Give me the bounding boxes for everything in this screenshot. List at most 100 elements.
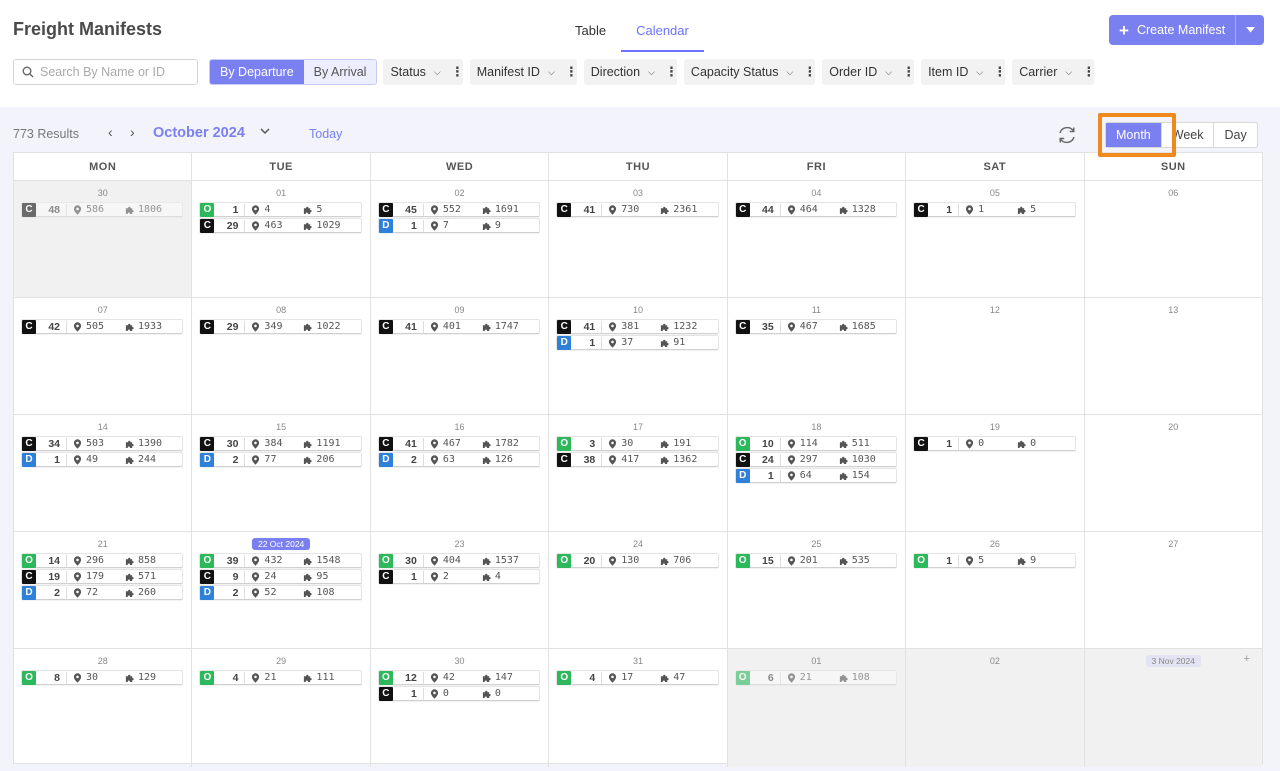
- day-cell[interactable]: 30 C 48 586 1806: [14, 181, 192, 297]
- manifest-entry[interactable]: D 2 72 260: [21, 585, 184, 600]
- day-cell[interactable]: 08 C 29 349 1022: [191, 298, 369, 414]
- day-cell[interactable]: 21 O 14 296 858 C 19 179 571 D 2 72 260: [14, 532, 191, 648]
- day-cell[interactable]: 29 O 4 21 111: [191, 649, 369, 767]
- day-cell[interactable]: 22 Oct 2024 O 39 432 1548 C 9 24 95 D 2 52 108: [191, 532, 369, 648]
- manifest-entry[interactable]: O 10 114 511: [734, 436, 898, 451]
- day-cell[interactable]: 19 C 1 0 0: [905, 415, 1083, 531]
- manifest-entry[interactable]: O 30 404 1537: [377, 553, 541, 568]
- day-cell[interactable]: 26 O 1 5 9: [905, 532, 1083, 648]
- day-cell[interactable]: 02 C 45 552 1691 D 1 7 9: [369, 181, 548, 297]
- day-cell[interactable]: 18 O 10 114 511 C 24 297 1030 D 1 64 154: [726, 415, 905, 531]
- manifest-entry[interactable]: O 4 17 47: [556, 670, 719, 685]
- manifest-entry[interactable]: C 41 730 2361: [556, 202, 719, 217]
- month-picker-toggle[interactable]: [260, 127, 270, 138]
- range-month-button[interactable]: Month: [1106, 123, 1161, 147]
- more-vertical-icon[interactable]: ⋮: [565, 64, 578, 80]
- manifest-entry[interactable]: C115: [913, 202, 1076, 217]
- day-cell[interactable]: 27: [1083, 532, 1262, 648]
- manifest-entry[interactable]: O 15 201 535: [734, 553, 898, 568]
- filter-manifest-id[interactable]: Manifest ID ⌵ ⋮: [469, 59, 578, 85]
- more-vertical-icon[interactable]: ⋮: [993, 64, 1006, 80]
- create-manifest-button[interactable]: + Create Manifest: [1109, 15, 1236, 45]
- manifest-entry[interactable]: D 1 49 244: [21, 452, 184, 467]
- manifest-entry[interactable]: C 9 24 95: [199, 569, 362, 584]
- day-cell[interactable]: 05 C 1 1 5: [905, 181, 1083, 297]
- manifest-entry[interactable]: O 20 130 706: [556, 553, 719, 568]
- today-button[interactable]: Today: [309, 127, 342, 141]
- more-vertical-icon[interactable]: ⋮: [1082, 64, 1095, 80]
- day-cell[interactable]: 01 O 1 4 5 C 29 463 1029: [191, 181, 369, 297]
- manifest-entry[interactable]: O 3 30 191: [556, 436, 719, 451]
- day-cell[interactable]: 24 O 20 130 706: [548, 532, 726, 648]
- filter-item-id[interactable]: Item ID ⌵ ⋮: [921, 59, 1006, 85]
- range-day-button[interactable]: Day: [1213, 123, 1256, 147]
- day-cell[interactable]: 23 O 30 404 1537 C 1 2 4: [369, 532, 548, 648]
- day-cell[interactable]: 06: [1083, 181, 1262, 297]
- manifest-entry[interactable]: O 8 30 129: [21, 670, 184, 685]
- manifest-entry[interactable]: C 35 467 1685: [734, 319, 898, 334]
- range-week-button[interactable]: Week: [1160, 123, 1214, 147]
- manifest-entry[interactable]: O 4 21 111: [199, 670, 362, 685]
- manifest-entry[interactable]: D 2 77 206: [199, 452, 362, 467]
- day-cell[interactable]: 17 O 3 30 191 C 38 417 1362: [548, 415, 726, 531]
- more-vertical-icon[interactable]: ⋮: [902, 64, 915, 80]
- manifest-entry[interactable]: D 2 52 108: [199, 585, 362, 600]
- day-cell[interactable]: 10 C 41 381 1232 D 1 37 91: [548, 298, 726, 414]
- search-input[interactable]: [40, 65, 190, 79]
- refresh-button[interactable]: [1056, 124, 1078, 146]
- day-cell[interactable]: 28 O 8 30 129: [14, 649, 191, 767]
- day-cell[interactable]: 02: [905, 649, 1084, 767]
- day-cell[interactable]: 15 C 30 384 1191 D 2 77 206: [191, 415, 369, 531]
- manifest-entry[interactable]: C1 2 4: [377, 569, 541, 584]
- manifest-entry[interactable]: D 2 63 126: [377, 452, 541, 467]
- manifest-entry[interactable]: C 30 384 1191: [199, 436, 362, 451]
- more-vertical-icon[interactable]: ⋮: [665, 64, 678, 80]
- manifest-entry[interactable]: O 14 296 858: [21, 553, 184, 568]
- day-cell[interactable]: 11 C 35 467 1685: [726, 298, 905, 414]
- prev-month-button[interactable]: ‹: [108, 124, 113, 140]
- manifest-entry[interactable]: C1 0 0: [377, 686, 541, 701]
- manifest-entry[interactable]: C 34 503 1390: [21, 436, 184, 451]
- filter-status[interactable]: Status ⌵ ⋮: [383, 59, 464, 85]
- day-cell[interactable]: 16 C 41 467 1782 D 2 63 126: [369, 415, 548, 531]
- day-cell[interactable]: 01 O 6 21 108: [726, 649, 906, 767]
- tab-calendar[interactable]: Calendar: [621, 14, 704, 52]
- more-vertical-icon[interactable]: ⋮: [803, 64, 816, 80]
- manifest-entry[interactable]: C 29 463 1029: [199, 218, 362, 233]
- next-month-button[interactable]: ›: [130, 124, 135, 140]
- manifest-entry[interactable]: C 38 417 1362: [556, 452, 719, 467]
- day-cell[interactable]: 03 C 41 730 2361: [548, 181, 726, 297]
- day-cell[interactable]: 31 O 4 17 47: [548, 649, 726, 767]
- tab-table[interactable]: Table: [560, 14, 621, 52]
- manifest-entry[interactable]: D 1 37 91: [556, 335, 719, 350]
- day-cell[interactable]: 14 C 34 503 1390 D 1 49 244: [14, 415, 191, 531]
- manifest-entry[interactable]: C 41 381 1232: [556, 319, 719, 334]
- by-departure-button[interactable]: By Departure: [210, 60, 304, 84]
- day-cell[interactable]: 07 C 42 505 1933: [14, 298, 191, 414]
- filter-carrier[interactable]: Carrier ⌵ ⋮: [1012, 59, 1095, 85]
- filter-order-id[interactable]: Order ID ⌵ ⋮: [822, 59, 915, 85]
- manifest-entry[interactable]: C 41 401 1747: [377, 319, 541, 334]
- manifest-entry[interactable]: C 45 552 1691: [377, 202, 541, 217]
- day-cell[interactable]: 09 C 41 401 1747: [369, 298, 548, 414]
- manifest-entry[interactable]: D 1 64 154: [734, 468, 898, 483]
- filter-direction[interactable]: Direction ⌵ ⋮: [583, 59, 678, 85]
- day-cell[interactable]: 30 O 12 42 147 C 1 0 0: [369, 649, 548, 767]
- add-entry-button[interactable]: +: [1244, 653, 1250, 665]
- by-arrival-button[interactable]: By Arrival: [303, 60, 377, 84]
- filter-capacity-status[interactable]: Capacity Status ⌵ ⋮: [683, 59, 816, 85]
- create-manifest-dropdown[interactable]: [1235, 15, 1265, 45]
- day-cell[interactable]: 04 C 44 464 1328: [726, 181, 905, 297]
- manifest-entry[interactable]: C 24 297 1030: [734, 452, 898, 467]
- manifest-entry[interactable]: C 41 467 1782: [377, 436, 541, 451]
- manifest-entry[interactable]: D1 7 9: [377, 218, 541, 233]
- day-cell[interactable]: 25 O 15 201 535: [726, 532, 905, 648]
- manifest-entry[interactable]: O 12 42 147: [377, 670, 541, 685]
- day-cell[interactable]: 3 Nov 2024 +: [1083, 649, 1262, 767]
- manifest-entry[interactable]: O1 4 5: [199, 202, 362, 217]
- day-cell[interactable]: 20: [1083, 415, 1262, 531]
- more-vertical-icon[interactable]: ⋮: [451, 64, 464, 80]
- day-cell[interactable]: 12: [905, 298, 1083, 414]
- manifest-entry[interactable]: C1 0 0: [913, 436, 1076, 451]
- manifest-entry[interactable]: C 42 505 1933: [21, 319, 184, 334]
